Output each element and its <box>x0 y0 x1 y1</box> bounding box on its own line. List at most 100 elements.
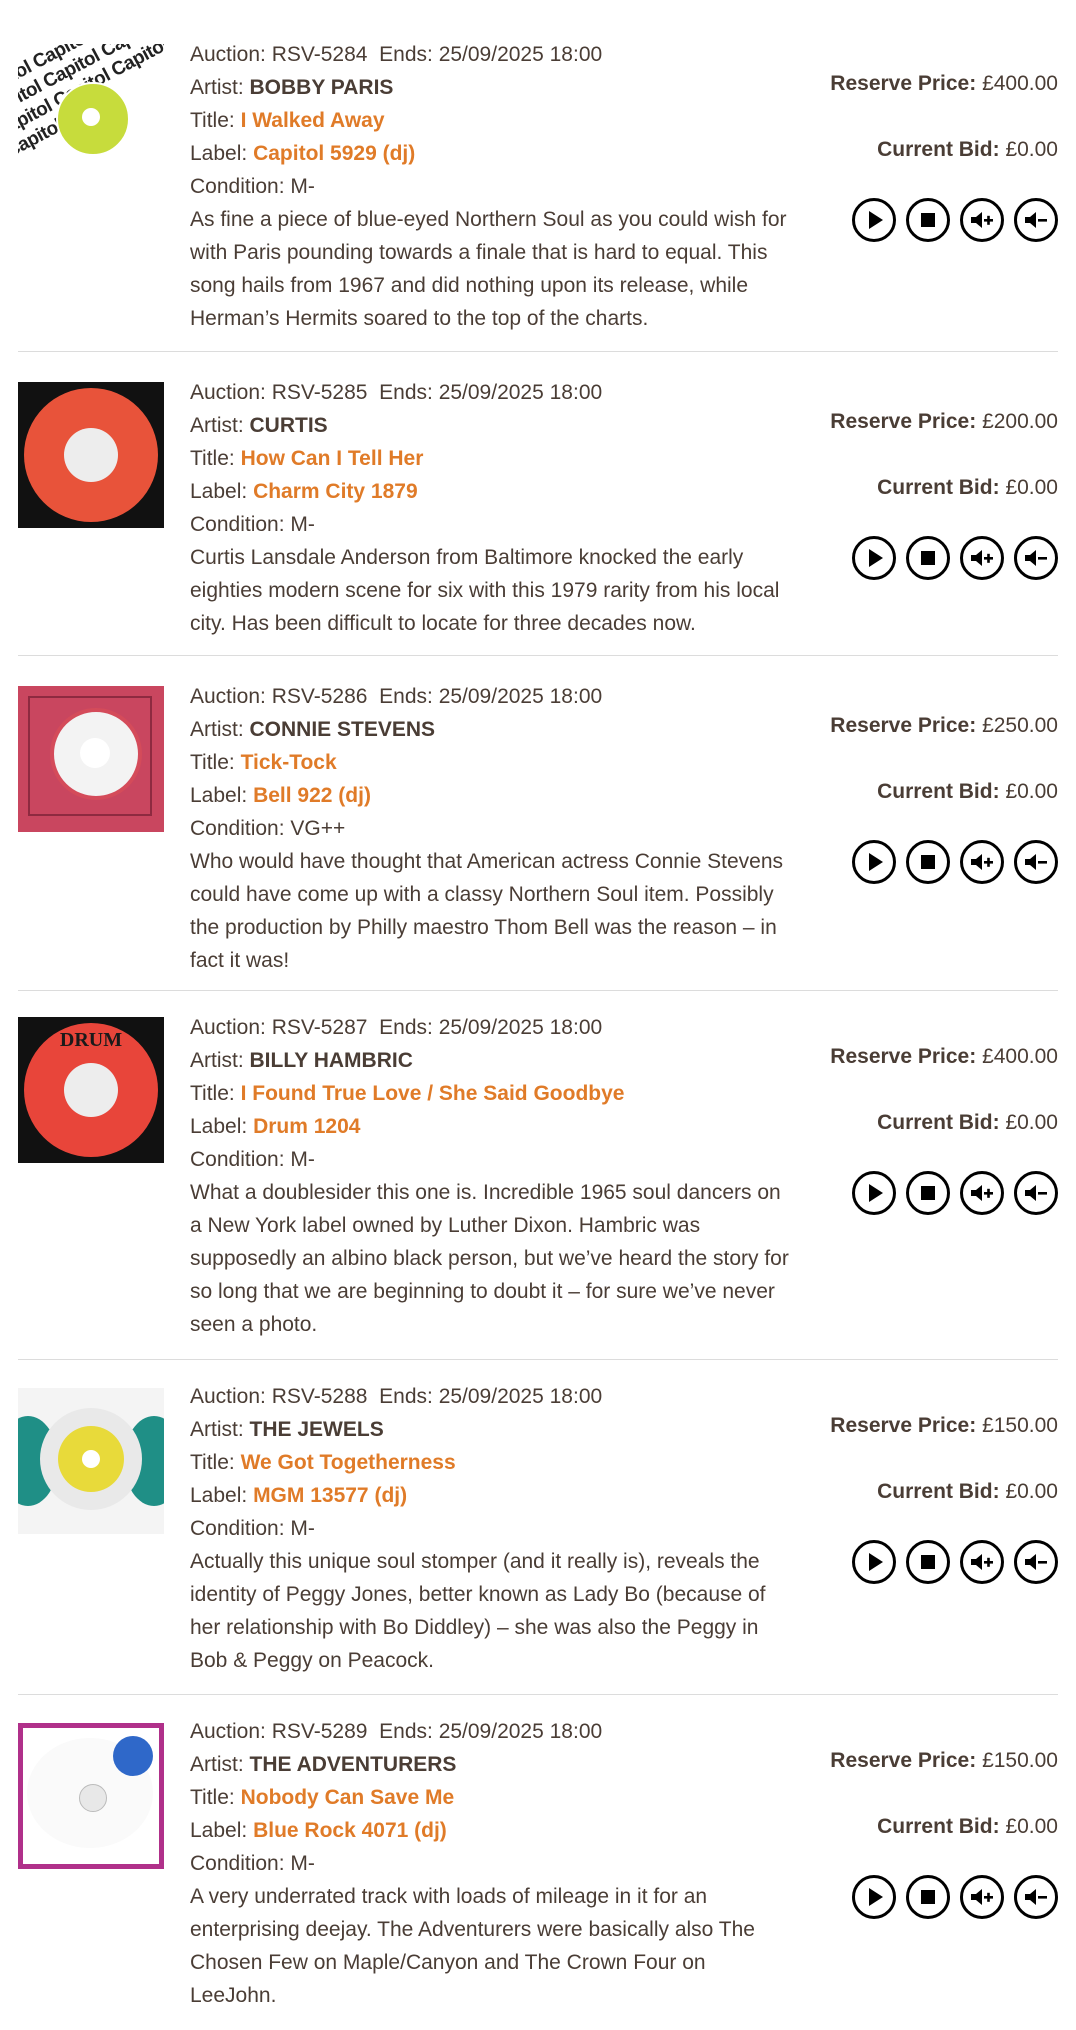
play-button[interactable] <box>852 1540 896 1584</box>
stop-button[interactable] <box>906 1875 950 1919</box>
volume-up-icon <box>971 1889 993 1905</box>
stop-button[interactable] <box>906 536 950 580</box>
volume-up-button[interactable] <box>960 840 1004 884</box>
title-line: Title: We Got Togetherness <box>190 1451 456 1474</box>
volume-down-button[interactable] <box>1014 1171 1058 1215</box>
audio-controls <box>830 840 1058 884</box>
record-sleeve-image[interactable] <box>18 1388 164 1534</box>
play-button[interactable] <box>852 198 896 242</box>
play-icon <box>869 853 883 871</box>
artist-line: Artist: BILLY HAMBRIC <box>190 1049 413 1072</box>
volume-down-button[interactable] <box>1014 198 1058 242</box>
condition-line: Condition: VG++ <box>190 817 346 840</box>
volume-down-icon <box>1025 550 1047 566</box>
title-line: Title: Tick-Tock <box>190 751 337 774</box>
volume-up-button[interactable] <box>960 536 1004 580</box>
volume-up-button[interactable] <box>960 1171 1004 1215</box>
play-icon <box>869 1553 883 1571</box>
volume-down-button[interactable] <box>1014 840 1058 884</box>
title-link[interactable]: I Walked Away <box>241 109 385 132</box>
price-panel: Reserve Price: £250.00 Current Bid: £0.0… <box>830 710 1058 884</box>
play-icon <box>869 1888 883 1906</box>
record-sleeve-image[interactable]: DRUM <box>18 1017 164 1163</box>
artist-name: BOBBY PARIS <box>249 76 394 99</box>
condition-value: VG++ <box>290 817 346 840</box>
volume-up-icon <box>971 212 993 228</box>
auction-line: Auction: RSV-5286 Ends: 25/09/2025 18:00 <box>190 685 603 708</box>
item-info: Auction: RSV-5288 Ends: 25/09/2025 18:00… <box>190 1360 790 1694</box>
volume-up-icon <box>971 1185 993 1201</box>
item-info: Auction: RSV-5284 Ends: 25/09/2025 18:00… <box>190 0 790 351</box>
stop-button[interactable] <box>906 1540 950 1584</box>
reserve-price: Reserve Price: £200.00 <box>830 410 1058 433</box>
volume-up-button[interactable] <box>960 1540 1004 1584</box>
volume-up-button[interactable] <box>960 198 1004 242</box>
label-link[interactable]: Charm City 1879 <box>253 480 418 503</box>
volume-down-button[interactable] <box>1014 1540 1058 1584</box>
artist-line: Artist: CONNIE STEVENS <box>190 718 436 741</box>
title-link[interactable]: I Found True Love / She Said Goodbye <box>241 1082 625 1105</box>
current-bid: Current Bid: £0.00 <box>877 138 1058 161</box>
artist-name: CURTIS <box>249 414 328 437</box>
volume-down-button[interactable] <box>1014 536 1058 580</box>
title-link[interactable]: How Can I Tell Her <box>241 447 424 470</box>
title-line: Title: I Found True Love / She Said Good… <box>190 1082 625 1105</box>
title-line: Title: How Can I Tell Her <box>190 447 424 470</box>
item-info: Auction: RSV-5285 Ends: 25/09/2025 18:00… <box>190 352 790 655</box>
artist-line: Artist: CURTIS <box>190 414 328 437</box>
auction-end: 25/09/2025 18:00 <box>438 381 603 404</box>
auction-item: Auction: RSV-5289 Ends: 25/09/2025 18:00… <box>18 1695 1058 2026</box>
play-icon <box>869 549 883 567</box>
condition-value: M- <box>290 1148 315 1171</box>
item-description: What a doublesider this one is. Incredib… <box>190 1181 789 1336</box>
reserve-price: Reserve Price: £400.00 <box>830 72 1058 95</box>
label-line: Label: Blue Rock 4071 (dj) <box>190 1819 447 1842</box>
play-button[interactable] <box>852 1171 896 1215</box>
title-link[interactable]: We Got Togetherness <box>241 1451 456 1474</box>
label-link[interactable]: Bell 922 (dj) <box>253 784 371 807</box>
volume-down-button[interactable] <box>1014 1875 1058 1919</box>
auction-id: RSV-5285 <box>271 381 368 404</box>
title-line: Title: Nobody Can Save Me <box>190 1786 455 1809</box>
stop-button[interactable] <box>906 840 950 884</box>
auction-id: RSV-5284 <box>271 43 368 66</box>
volume-down-icon <box>1025 1889 1047 1905</box>
auction-id: RSV-5289 <box>271 1720 368 1743</box>
artist-line: Artist: THE ADVENTURERS <box>190 1753 457 1776</box>
volume-down-icon <box>1025 212 1047 228</box>
audio-controls <box>830 536 1058 580</box>
item-description: Who would have thought that American act… <box>190 850 784 972</box>
label-link[interactable]: Capitol 5929 (dj) <box>253 142 415 165</box>
play-button[interactable] <box>852 840 896 884</box>
volume-up-icon <box>971 550 993 566</box>
condition-line: Condition: M- <box>190 1852 315 1875</box>
record-sleeve-image[interactable] <box>18 382 164 528</box>
auction-item: Auction: RSV-5286 Ends: 25/09/2025 18:00… <box>18 656 1058 991</box>
auction-item: Auction: RSV-5288 Ends: 25/09/2025 18:00… <box>18 1360 1058 1695</box>
title-link[interactable]: Tick-Tock <box>241 751 337 774</box>
record-sleeve-image[interactable]: Capitol Capitol Capitol Capitol Capitol … <box>18 44 164 190</box>
reserve-price: Reserve Price: £400.00 <box>830 1045 1058 1068</box>
audio-controls <box>830 1171 1058 1215</box>
volume-up-button[interactable] <box>960 1875 1004 1919</box>
volume-down-icon <box>1025 1185 1047 1201</box>
play-button[interactable] <box>852 536 896 580</box>
record-sleeve-image[interactable] <box>18 686 164 832</box>
stop-button[interactable] <box>906 198 950 242</box>
auction-id: RSV-5287 <box>271 1016 368 1039</box>
label-link[interactable]: Drum 1204 <box>253 1115 360 1138</box>
play-button[interactable] <box>852 1875 896 1919</box>
condition-line: Condition: M- <box>190 513 315 536</box>
auction-line: Auction: RSV-5284 Ends: 25/09/2025 18:00 <box>190 43 603 66</box>
current-bid: Current Bid: £0.00 <box>877 476 1058 499</box>
audio-controls <box>830 198 1058 242</box>
artist-name: THE ADVENTURERS <box>249 1753 457 1776</box>
label-link[interactable]: MGM 13577 (dj) <box>253 1484 407 1507</box>
title-link[interactable]: Nobody Can Save Me <box>241 1786 455 1809</box>
stop-button[interactable] <box>906 1171 950 1215</box>
record-sleeve-image[interactable] <box>18 1723 164 1869</box>
item-description: Actually this unique soul stomper (and i… <box>190 1550 766 1672</box>
volume-up-icon <box>971 854 993 870</box>
label-link[interactable]: Blue Rock 4071 (dj) <box>253 1819 447 1842</box>
condition-line: Condition: M- <box>190 1517 315 1540</box>
